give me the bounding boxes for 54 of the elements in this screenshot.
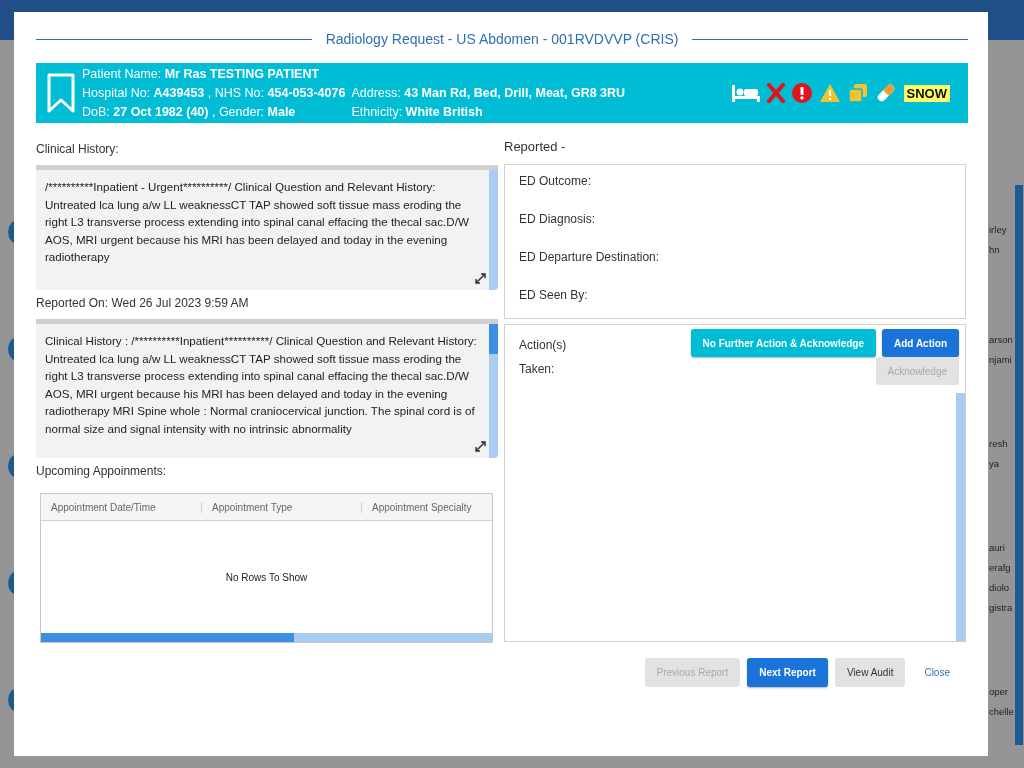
alert-badge: SNOW (903, 84, 950, 102)
text-area[interactable] (36, 165, 498, 290)
column-header[interactable]: Appointment Type (201, 501, 361, 513)
list-name: ya (989, 457, 1001, 471)
clinical-history-text: /**********Inpatient - Urgent**********/ Clinical Question and Relevant History: Untreated lca lung a/w LL weaknessCT TAP showed soft tissue mass eroding the right L3 transverse process extending into spinal canal effacing the thecal sac.D/W AOS, MRI urgent because his MRI has been delayed and today in the evening radiotherapy (44, 179, 470, 265)
list-name: arson (989, 333, 1014, 347)
list-name: njami (989, 353, 1013, 367)
bookmark-icon[interactable] (46, 73, 76, 113)
warning-icon[interactable] (818, 83, 841, 103)
field-label: ED Departure Destination: (519, 249, 661, 265)
scrollbar[interactable] (956, 393, 965, 641)
column-header[interactable]: Appointment Specialty (361, 501, 492, 513)
footer-button[interactable]: View Audit (834, 658, 906, 687)
footer-button[interactable]: Next Report (747, 658, 828, 687)
text-area[interactable] (36, 319, 498, 458)
list-name: chelle (989, 705, 1014, 719)
close-link[interactable]: Close (912, 658, 962, 687)
patient-ethnicity: Ethnicity: White British (351, 103, 484, 121)
field-label: Taken: (519, 361, 556, 377)
scrollbar[interactable] (489, 170, 498, 290)
list-name: irley (989, 223, 1008, 237)
cross-icon[interactable] (766, 83, 785, 103)
list-name: gistra (989, 601, 1014, 615)
expand-icon[interactable] (475, 441, 486, 452)
column-header[interactable]: Appointment Date/Time (41, 501, 201, 513)
list-name: auri (989, 541, 1006, 555)
list-name: diolo (989, 581, 1011, 595)
patient-address: Address: 43 Man Rd, Bed, Drill, Meat, GR8 3RU (351, 84, 626, 102)
field-label: ED Seen By: (519, 287, 589, 303)
field-label: ED Diagnosis: (519, 211, 597, 227)
reported-on-text: Reported On: Wed 26 Jul 2023 9:59 AM (36, 295, 250, 311)
scrollbar[interactable] (41, 633, 492, 642)
section-label: Reported - (504, 139, 567, 155)
field-label: ED Outcome: (519, 173, 593, 189)
action-button[interactable]: Add Action (882, 329, 959, 357)
scrollbar[interactable] (489, 324, 498, 458)
section-label: Upcoming Appoinments: (36, 463, 168, 479)
list-name: erafg (989, 561, 1012, 575)
list-name: resh (989, 437, 1009, 451)
list-name: oper (989, 685, 1009, 699)
alert-icon[interactable] (791, 83, 812, 103)
report-text: Clinical History : /**********Inpatient**********/ Clinical Question and Relevant History: Untreated lca lung a/w LL weaknessCT TAP showed soft tissue mass eroding the right L3 transverse process extending into spinal canal effacing the thecal sac.D/W AOS, MRI urgent because his MRI has been delayed and today in the evening radiotherapy MRI Spine whole : Normal craniocervical junction. The spinal cord is of normal size and signal intensity with no intrinsic abnormality (44, 333, 478, 437)
list-name: hn (989, 243, 1001, 257)
copies-icon[interactable] (847, 83, 868, 103)
empty-message: No Rows To Show (225, 571, 308, 583)
field-label: Action(s) (519, 337, 567, 353)
scrollbar[interactable] (1015, 185, 1023, 745)
patient-ids: Hospital No: A439453 , NHS No: 454-053-4076 (82, 84, 346, 102)
patient-dob-gender: DoB: 27 Oct 1982 (40) , Gender: Male (82, 103, 297, 121)
expand-icon[interactable] (475, 273, 486, 284)
patient-name: Patient Name: Mr Ras TESTING PATIENT (82, 65, 321, 83)
section-label: Clinical History: (36, 141, 120, 157)
bed-icon[interactable] (731, 84, 760, 102)
dialog-title: Radiology Request - US Abdomen - 001RVDVVP (CRIS) (325, 31, 679, 47)
